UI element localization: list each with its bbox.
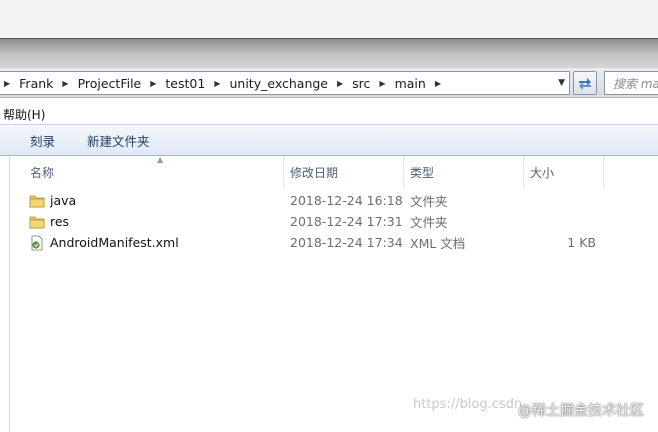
chevron-right-icon[interactable]: ▶ — [379, 79, 385, 88]
breadcrumb-item-test01[interactable]: test01 — [165, 76, 205, 91]
column-name[interactable]: 名称 — [24, 156, 284, 188]
watermark-brand: @稀土掘金技术社区 — [518, 403, 644, 419]
chevron-right-icon[interactable]: ▶ — [214, 79, 220, 88]
file-size — [530, 211, 596, 232]
file-type: 文件夹 — [410, 215, 448, 230]
xml-file-icon — [29, 232, 45, 253]
file-size — [530, 190, 596, 211]
file-list: java 2018-12-24 16:18 文件夹 res 2018-12-24… — [10, 190, 658, 253]
file-name[interactable]: java — [50, 190, 76, 211]
menu-bar: 帮助(H) — [0, 104, 658, 124]
breadcrumb-item-unity-exchange[interactable]: unity_exchange — [229, 76, 328, 91]
chevron-right-icon[interactable]: ▶ — [435, 79, 441, 88]
folder-icon — [29, 211, 45, 232]
column-size[interactable]: 大小 — [524, 156, 604, 188]
file-size: 1 KB — [567, 235, 596, 250]
chevron-right-icon[interactable]: ▶ — [150, 79, 156, 88]
window-title-bar — [0, 38, 658, 68]
chevron-right-icon[interactable]: ▶ — [4, 79, 10, 88]
file-date: 2018-12-24 16:18 — [290, 193, 403, 208]
file-name[interactable]: res — [50, 211, 69, 232]
breadcrumb[interactable]: ▶ Frank ▶ ProjectFile ▶ test01 ▶ unity_e… — [0, 71, 570, 95]
refresh-button[interactable] — [573, 71, 597, 95]
chevron-right-icon[interactable]: ▶ — [62, 79, 68, 88]
file-type: 文件夹 — [410, 194, 448, 209]
refresh-icon — [579, 78, 591, 90]
address-dropdown-icon[interactable]: ▼ — [558, 78, 565, 88]
chevron-right-icon[interactable]: ▶ — [337, 79, 343, 88]
column-header: ▲ 名称 修改日期 类型 大小 — [10, 155, 658, 188]
background-top — [0, 0, 658, 38]
burn-button[interactable]: 刻录 — [24, 131, 61, 150]
file-row-res[interactable]: res 2018-12-24 17:31 文件夹 — [10, 211, 658, 232]
breadcrumb-item-frank[interactable]: Frank — [19, 76, 53, 91]
breadcrumb-item-src[interactable]: src — [352, 76, 370, 91]
watermark-url: https://blog.csdn — [413, 397, 523, 412]
column-date-modified[interactable]: 修改日期 — [284, 156, 404, 188]
file-row-java[interactable]: java 2018-12-24 16:18 文件夹 — [10, 190, 658, 211]
file-name[interactable]: AndroidManifest.xml — [50, 232, 179, 253]
address-bar: ▶ Frank ▶ ProjectFile ▶ test01 ▶ unity_e… — [0, 68, 658, 98]
breadcrumb-item-main[interactable]: main — [395, 76, 426, 91]
file-type: XML 文档 — [410, 236, 466, 251]
file-date: 2018-12-24 17:31 — [290, 214, 403, 229]
column-type[interactable]: 类型 — [404, 156, 524, 188]
folder-icon — [29, 190, 45, 211]
new-folder-button[interactable]: 新建文件夹 — [81, 131, 156, 150]
file-date: 2018-12-24 17:34 — [290, 235, 403, 250]
breadcrumb-item-projectfile[interactable]: ProjectFile — [78, 76, 142, 91]
search-input[interactable]: 搜索 ma — [604, 71, 658, 95]
file-row-androidmanifest[interactable]: AndroidManifest.xml 2018-12-24 17:34 XML… — [10, 232, 658, 253]
menu-help[interactable]: 帮助(H) — [3, 106, 45, 123]
command-toolbar: 刻录 新建文件夹 — [0, 124, 658, 156]
